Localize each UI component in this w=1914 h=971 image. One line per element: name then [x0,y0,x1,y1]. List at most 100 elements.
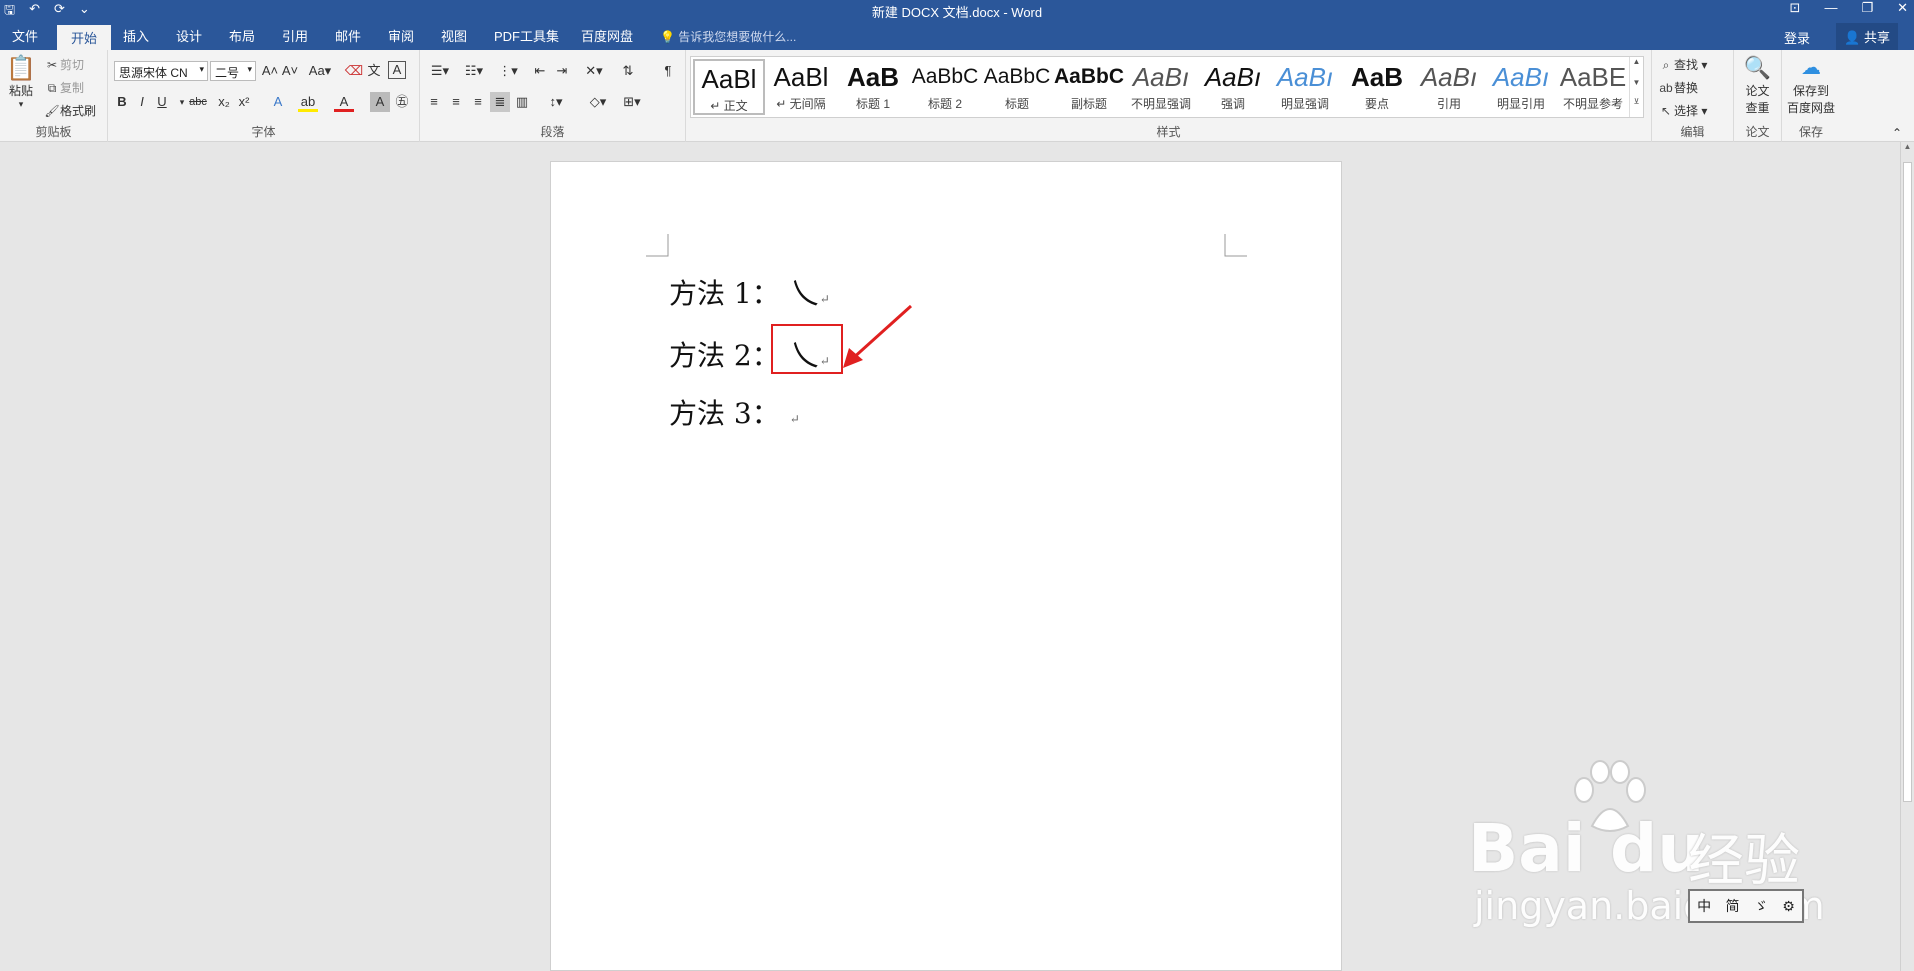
change-case-icon[interactable]: Aa▾ [306,61,334,81]
align-right-icon[interactable]: ≡ [468,92,488,112]
enclose-characters-icon[interactable]: ㊄ [392,92,412,112]
close-icon[interactable]: ✕ [1897,0,1908,16]
style-title[interactable]: AaBbC 标题 [981,59,1053,115]
line-spacing-icon[interactable]: ↕▾ [542,92,570,112]
ime-settings-icon[interactable]: ⚙ [1782,898,1795,915]
bold-icon[interactable]: B [112,92,132,112]
numbering-icon[interactable]: ☷▾ [460,61,488,81]
superscript-icon[interactable]: x² [234,92,254,112]
gallery-more-icon[interactable]: ⊻ [1630,97,1643,106]
justify-icon[interactable]: ≣ [490,92,510,112]
style-name: 不明显参考 [1562,97,1623,111]
style-intense-emphasis[interactable]: AaBı 明显强调 [1269,59,1341,115]
tab-references[interactable]: 引用 [282,26,308,45]
style-subtle-emphasis[interactable]: AaBı 不明显强调 [1125,59,1197,115]
highlight-color-icon[interactable]: ab [298,92,318,112]
cut-button[interactable]: ✂ 剪切 [44,56,84,73]
sign-in-link[interactable]: 登录 [1784,28,1810,47]
phonetic-guide-icon[interactable]: 文 [364,61,384,81]
ime-simplified-mode[interactable]: 简 [1726,896,1740,916]
tab-file[interactable]: 文件 [12,26,38,45]
italic-icon[interactable]: I [132,92,152,112]
bullets-icon[interactable]: ☰▾ [426,61,454,81]
collapse-ribbon-icon[interactable]: ⌃ [1892,126,1902,140]
shrink-font-icon[interactable]: A˅ [280,61,300,81]
select-label: 选择 [1674,104,1699,118]
save-to-netdisk-button[interactable]: ☁ 保存到 百度网盘 [1782,54,1840,116]
style-subtitle[interactable]: AaBbC 副标题 [1053,59,1125,115]
tab-mailings[interactable]: 邮件 [335,26,361,45]
vertical-scrollbar[interactable]: ▲ [1900,142,1914,971]
paper-group-label: 论文 [1745,125,1770,139]
clear-formatting-icon[interactable]: ⌫ [344,61,364,81]
style-name: 引用 [1436,97,1461,111]
style-sample: AaBı [1204,62,1262,92]
show-marks-icon[interactable]: ¶ [658,61,678,81]
decrease-indent-icon[interactable]: ⇤ [530,61,550,81]
ime-punct-icon[interactable]: ゞ [1754,896,1768,916]
grow-font-icon[interactable]: A˄ [260,61,280,81]
ribbon: 📋 粘贴 ▾ ✂ 剪切 ⧉ 复制 🖌格式刷 剪贴板 思源宋体 CN ▾ 二号 ▾ A˄ … [0,50,1914,142]
align-center-icon[interactable]: ≡ [446,92,466,112]
paper-check-label-2: 查重 [1745,101,1770,115]
tab-baidu-netdisk[interactable]: 百度网盘 [581,26,633,45]
underline-icon[interactable]: U [152,92,172,112]
copy-button[interactable]: ⧉ 复制 [44,79,84,96]
paper-check-button[interactable]: 🔍 论文 查重 [1734,54,1781,116]
tab-insert[interactable]: 插入 [123,26,149,45]
paste-button[interactable]: 📋 粘贴 ▾ [6,56,36,110]
style-strong[interactable]: AaB 要点 [1341,59,1413,115]
strikethrough-icon[interactable]: abc [186,92,210,112]
ime-toolbar[interactable]: 中 简 ゞ ⚙ [1688,889,1804,923]
find-button[interactable]: ⌕ 查找 ▾ [1658,56,1708,73]
style-intense-quote[interactable]: AaBı 明显引用 [1485,59,1557,115]
minimize-icon[interactable]: — [1824,0,1837,16]
font-name-select[interactable]: 思源宋体 CN ▾ [114,61,208,81]
style-emphasis[interactable]: AaBı 强调 [1197,59,1269,115]
character-shading-icon[interactable]: A [370,92,390,112]
multilevel-list-icon[interactable]: ⋮▾ [494,61,522,81]
borders-icon[interactable]: ⊞▾ [618,92,646,112]
tab-view[interactable]: 视图 [441,26,467,45]
style-normal[interactable]: AaBl ↵ 正文 [693,59,765,115]
replace-button[interactable]: ab替换 [1658,79,1698,96]
tab-pdf-tools[interactable]: PDF工具集 [494,26,559,45]
style-heading-1[interactable]: AaB 标题 1 [837,59,909,115]
share-button[interactable]: 👤 共享 [1836,23,1898,50]
increase-indent-icon[interactable]: ⇥ [552,61,572,81]
chevron-up-icon[interactable]: ▲ [1901,142,1914,151]
chevron-up-icon[interactable]: ▲ [1630,57,1643,66]
ime-chinese-mode[interactable]: 中 [1697,896,1711,916]
tab-design[interactable]: 设计 [176,26,202,45]
subscript-icon[interactable]: x₂ [214,92,234,112]
distributed-icon[interactable]: ▥ [512,92,532,112]
ribbon-display-options-icon[interactable]: ⊡ [1790,0,1801,16]
font-color-icon[interactable]: A [334,92,354,112]
style-sample: AaBl [773,62,829,92]
scrollbar-thumb[interactable] [1903,162,1912,802]
restore-icon[interactable]: ❐ [1861,0,1873,16]
character-border-icon[interactable]: A [388,61,406,79]
text-effects-icon[interactable]: A [268,92,288,112]
format-painter-button[interactable]: 🖌格式刷 [44,102,96,119]
document-page[interactable]: 方法 1： 乀↵ 方法 2： 乀↵ 方法 3： ↵ [550,161,1342,971]
font-size-select[interactable]: 二号 ▾ [210,61,256,81]
style-heading-2[interactable]: AaBbC 标题 2 [909,59,981,115]
gallery-scroll[interactable]: ▲ ▼ ⊻ [1629,57,1643,117]
style-no-spacing[interactable]: AaBl ↵ 无间隔 [765,59,837,115]
tab-review[interactable]: 审阅 [388,26,414,45]
chevron-down-icon[interactable]: ▼ [1630,78,1643,87]
tab-layout[interactable]: 布局 [229,26,255,45]
style-subtle-reference[interactable]: AaBE 不明显参考 [1557,59,1629,115]
doc-line-1[interactable]: 方法 1： 乀↵ [669,268,830,312]
tell-me-box[interactable]: 💡 告诉我您想要做什么... [660,28,796,45]
align-left-icon[interactable]: ≡ [424,92,444,112]
select-button[interactable]: ↖ 选择 ▾ [1658,102,1707,119]
chinese-layout-icon[interactable]: ✕▾ [580,61,608,81]
doc-line-3[interactable]: 方法 3： ↵ [669,392,800,432]
shading-icon[interactable]: ◇▾ [584,92,612,112]
style-quote[interactable]: AaBı 引用 [1413,59,1485,115]
watermark-brand: Bai [1468,810,1586,887]
save-label-2: 百度网盘 [1786,101,1835,115]
sort-icon[interactable]: ⇅ [618,61,638,81]
